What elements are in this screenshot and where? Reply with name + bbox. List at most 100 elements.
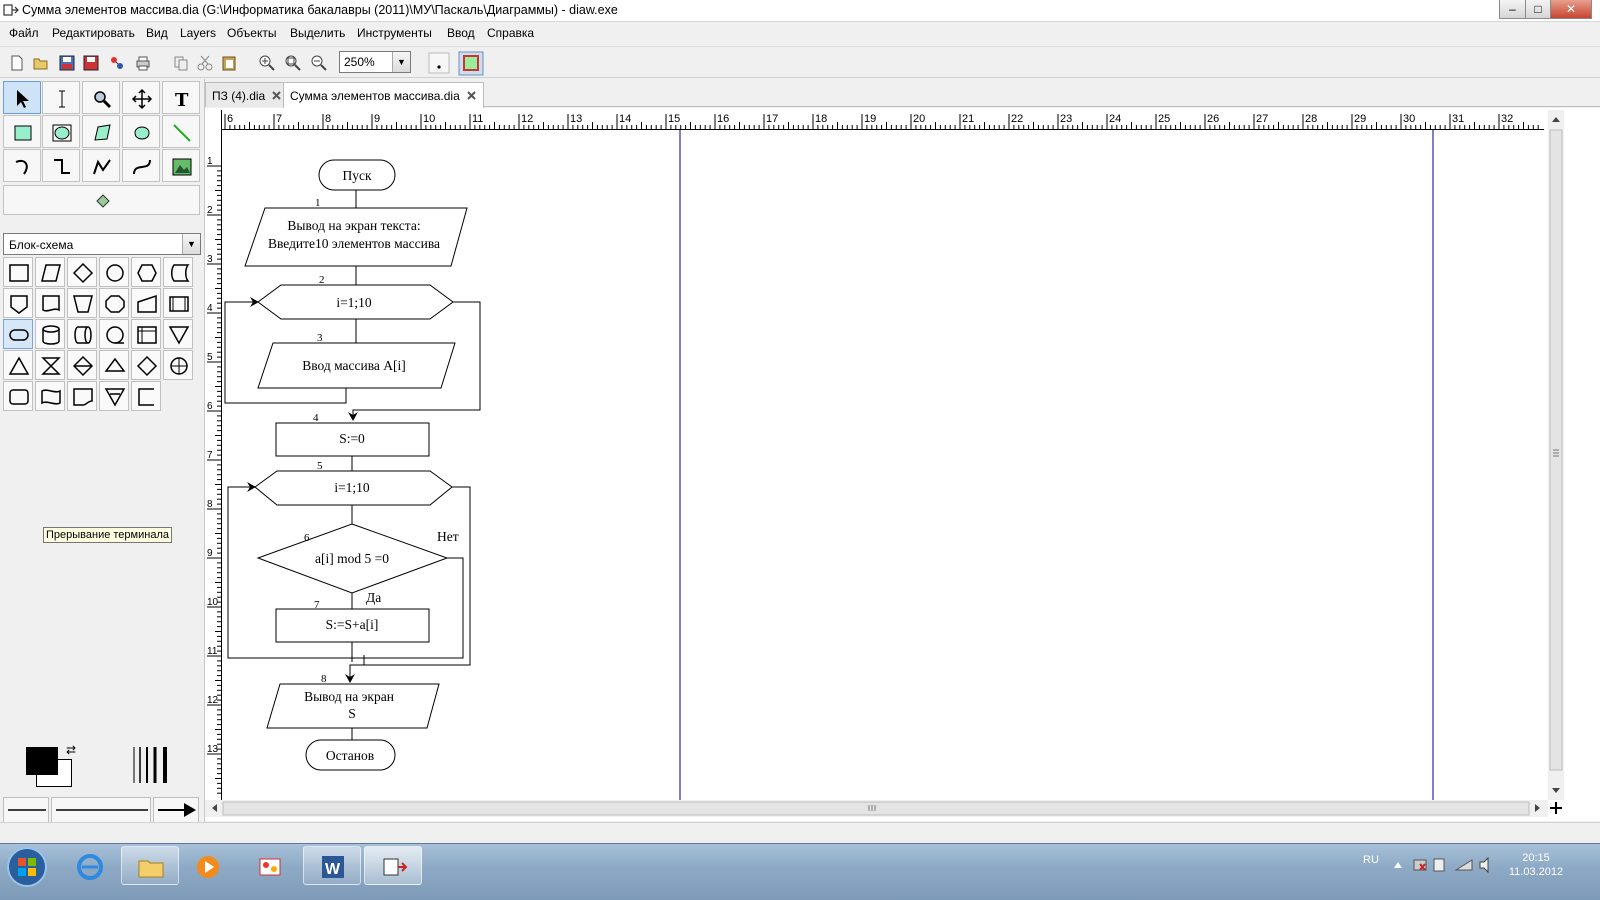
summing-junction-shape[interactable] [163, 350, 193, 380]
menu-file[interactable]: Файл [9, 26, 39, 40]
explorer-button[interactable] [121, 846, 179, 885]
sheet-selector[interactable]: Блок-схема ▼ [3, 233, 201, 255]
zigzag-line-tool[interactable] [42, 149, 80, 182]
text-edit-tool[interactable] [42, 81, 80, 114]
line-style-selector[interactable] [51, 797, 151, 823]
chevron-down-icon[interactable]: ▼ [392, 52, 410, 72]
terminal-shape[interactable] [3, 319, 33, 349]
polygon-tool[interactable] [82, 115, 120, 148]
start-button[interactable] [4, 845, 50, 889]
beziergon-tool[interactable] [122, 115, 160, 148]
internet-explorer-button[interactable] [60, 846, 118, 885]
stored-data-shape[interactable] [163, 257, 193, 287]
save-as-icon[interactable] [82, 54, 100, 72]
paint-button[interactable] [240, 846, 298, 885]
display-shape[interactable] [99, 288, 129, 318]
zoom-fit-icon[interactable] [284, 54, 302, 72]
menu-edit[interactable]: Редактировать [52, 26, 135, 40]
outline-tool[interactable] [3, 185, 200, 215]
zoom-in-icon[interactable] [258, 54, 276, 72]
or-shape[interactable] [131, 350, 161, 380]
box-tool[interactable] [3, 115, 41, 148]
close-tab-icon[interactable] [271, 90, 282, 101]
preparation-shape[interactable] [131, 257, 161, 287]
bezier-line-tool[interactable] [122, 149, 160, 182]
manual-file-shape[interactable] [99, 381, 129, 411]
magnify-tool[interactable] [82, 81, 120, 114]
foreground-color-swatch[interactable] [26, 747, 58, 775]
delay-shape[interactable] [3, 381, 33, 411]
snap-object-icon[interactable] [458, 51, 484, 76]
tab-pz4[interactable]: ПЗ (4).dia [205, 82, 290, 107]
punched-tape-shape[interactable] [35, 381, 65, 411]
diagram-canvas[interactable]: Пуск 1 Вывод на экран текста: Введите10 … [222, 130, 1544, 800]
collate-shape[interactable] [35, 350, 65, 380]
card-shape[interactable] [67, 381, 97, 411]
polyline-tool[interactable] [82, 149, 120, 182]
word-button[interactable]: W [303, 846, 361, 885]
sort-shape[interactable] [67, 350, 97, 380]
transport-shape[interactable] [99, 350, 129, 380]
merge-shape[interactable] [163, 319, 193, 349]
color-selector[interactable]: ⇄ [22, 743, 82, 791]
paste-icon[interactable] [220, 54, 238, 72]
tab-sum-array[interactable]: Сумма элементов массива.dia [283, 82, 484, 108]
manual-operation-shape[interactable] [67, 288, 97, 318]
menu-layers[interactable]: Layers [180, 26, 216, 40]
image-tool[interactable] [162, 149, 200, 182]
snap-grid-icon[interactable] [428, 52, 450, 74]
direct-access-shape[interactable] [67, 319, 97, 349]
line-width-selector[interactable] [130, 745, 174, 785]
open-icon[interactable] [32, 54, 50, 72]
extract-shape[interactable] [3, 350, 33, 380]
magnetic-disk-shape[interactable] [35, 319, 65, 349]
export-icon[interactable] [108, 54, 126, 72]
pointer-tool[interactable] [3, 81, 41, 114]
arc-tool[interactable] [3, 149, 41, 182]
save-icon[interactable] [58, 54, 76, 72]
manual-input-shape[interactable] [131, 288, 161, 318]
maximize-button[interactable]: □ [1525, 0, 1551, 19]
menu-input[interactable]: Ввод [447, 26, 475, 40]
print-icon[interactable] [134, 54, 152, 72]
document-shape[interactable] [35, 288, 65, 318]
offpage-shape[interactable] [3, 288, 33, 318]
sequential-data-shape[interactable] [99, 319, 129, 349]
zoom-select[interactable]: 250% ▼ [339, 51, 411, 73]
menu-help[interactable]: Справка [487, 26, 534, 40]
new-icon[interactable] [8, 54, 26, 72]
text-tool[interactable]: T [162, 81, 200, 114]
end-arrow-selector[interactable] [153, 797, 199, 823]
zoom-out-icon[interactable] [310, 54, 328, 72]
cut-icon[interactable] [196, 54, 214, 72]
tray-icons[interactable] [1392, 856, 1502, 874]
menu-objects[interactable]: Объекты [227, 26, 277, 40]
line-tool[interactable] [162, 115, 200, 148]
close-tab-icon[interactable] [466, 90, 477, 101]
data-shape[interactable] [35, 257, 65, 287]
start-arrow-selector[interactable] [3, 797, 49, 823]
process-shape[interactable] [3, 257, 33, 287]
dia-button[interactable] [364, 846, 422, 885]
chevron-down-icon[interactable]: ▼ [182, 234, 200, 254]
predefined-process-shape[interactable] [163, 288, 193, 318]
scroll-tool[interactable] [122, 81, 160, 114]
clock[interactable]: 20:15 11.03.2012 [1506, 851, 1566, 879]
internal-storage-shape[interactable] [131, 319, 161, 349]
ellipse-tool[interactable] [42, 115, 80, 148]
navigation-icon[interactable] [1549, 801, 1563, 815]
copy-icon[interactable] [172, 54, 190, 72]
minimize-button[interactable]: – [1499, 0, 1526, 19]
menu-tools[interactable]: Инструменты [357, 26, 432, 40]
close-window-button[interactable]: ✕ [1550, 0, 1592, 19]
menu-select[interactable]: Выделить [290, 26, 345, 40]
media-player-button[interactable] [178, 846, 236, 885]
menu-view[interactable]: Вид [146, 26, 168, 40]
decision-shape[interactable] [67, 257, 97, 287]
swap-colors-icon[interactable]: ⇄ [66, 743, 76, 757]
connector-shape[interactable] [99, 257, 129, 287]
vertical-scrollbar[interactable] [1548, 110, 1564, 800]
horizontal-scrollbar[interactable] [205, 800, 1548, 817]
language-indicator[interactable]: RU [1363, 854, 1379, 866]
annotation-shape[interactable] [131, 381, 161, 411]
